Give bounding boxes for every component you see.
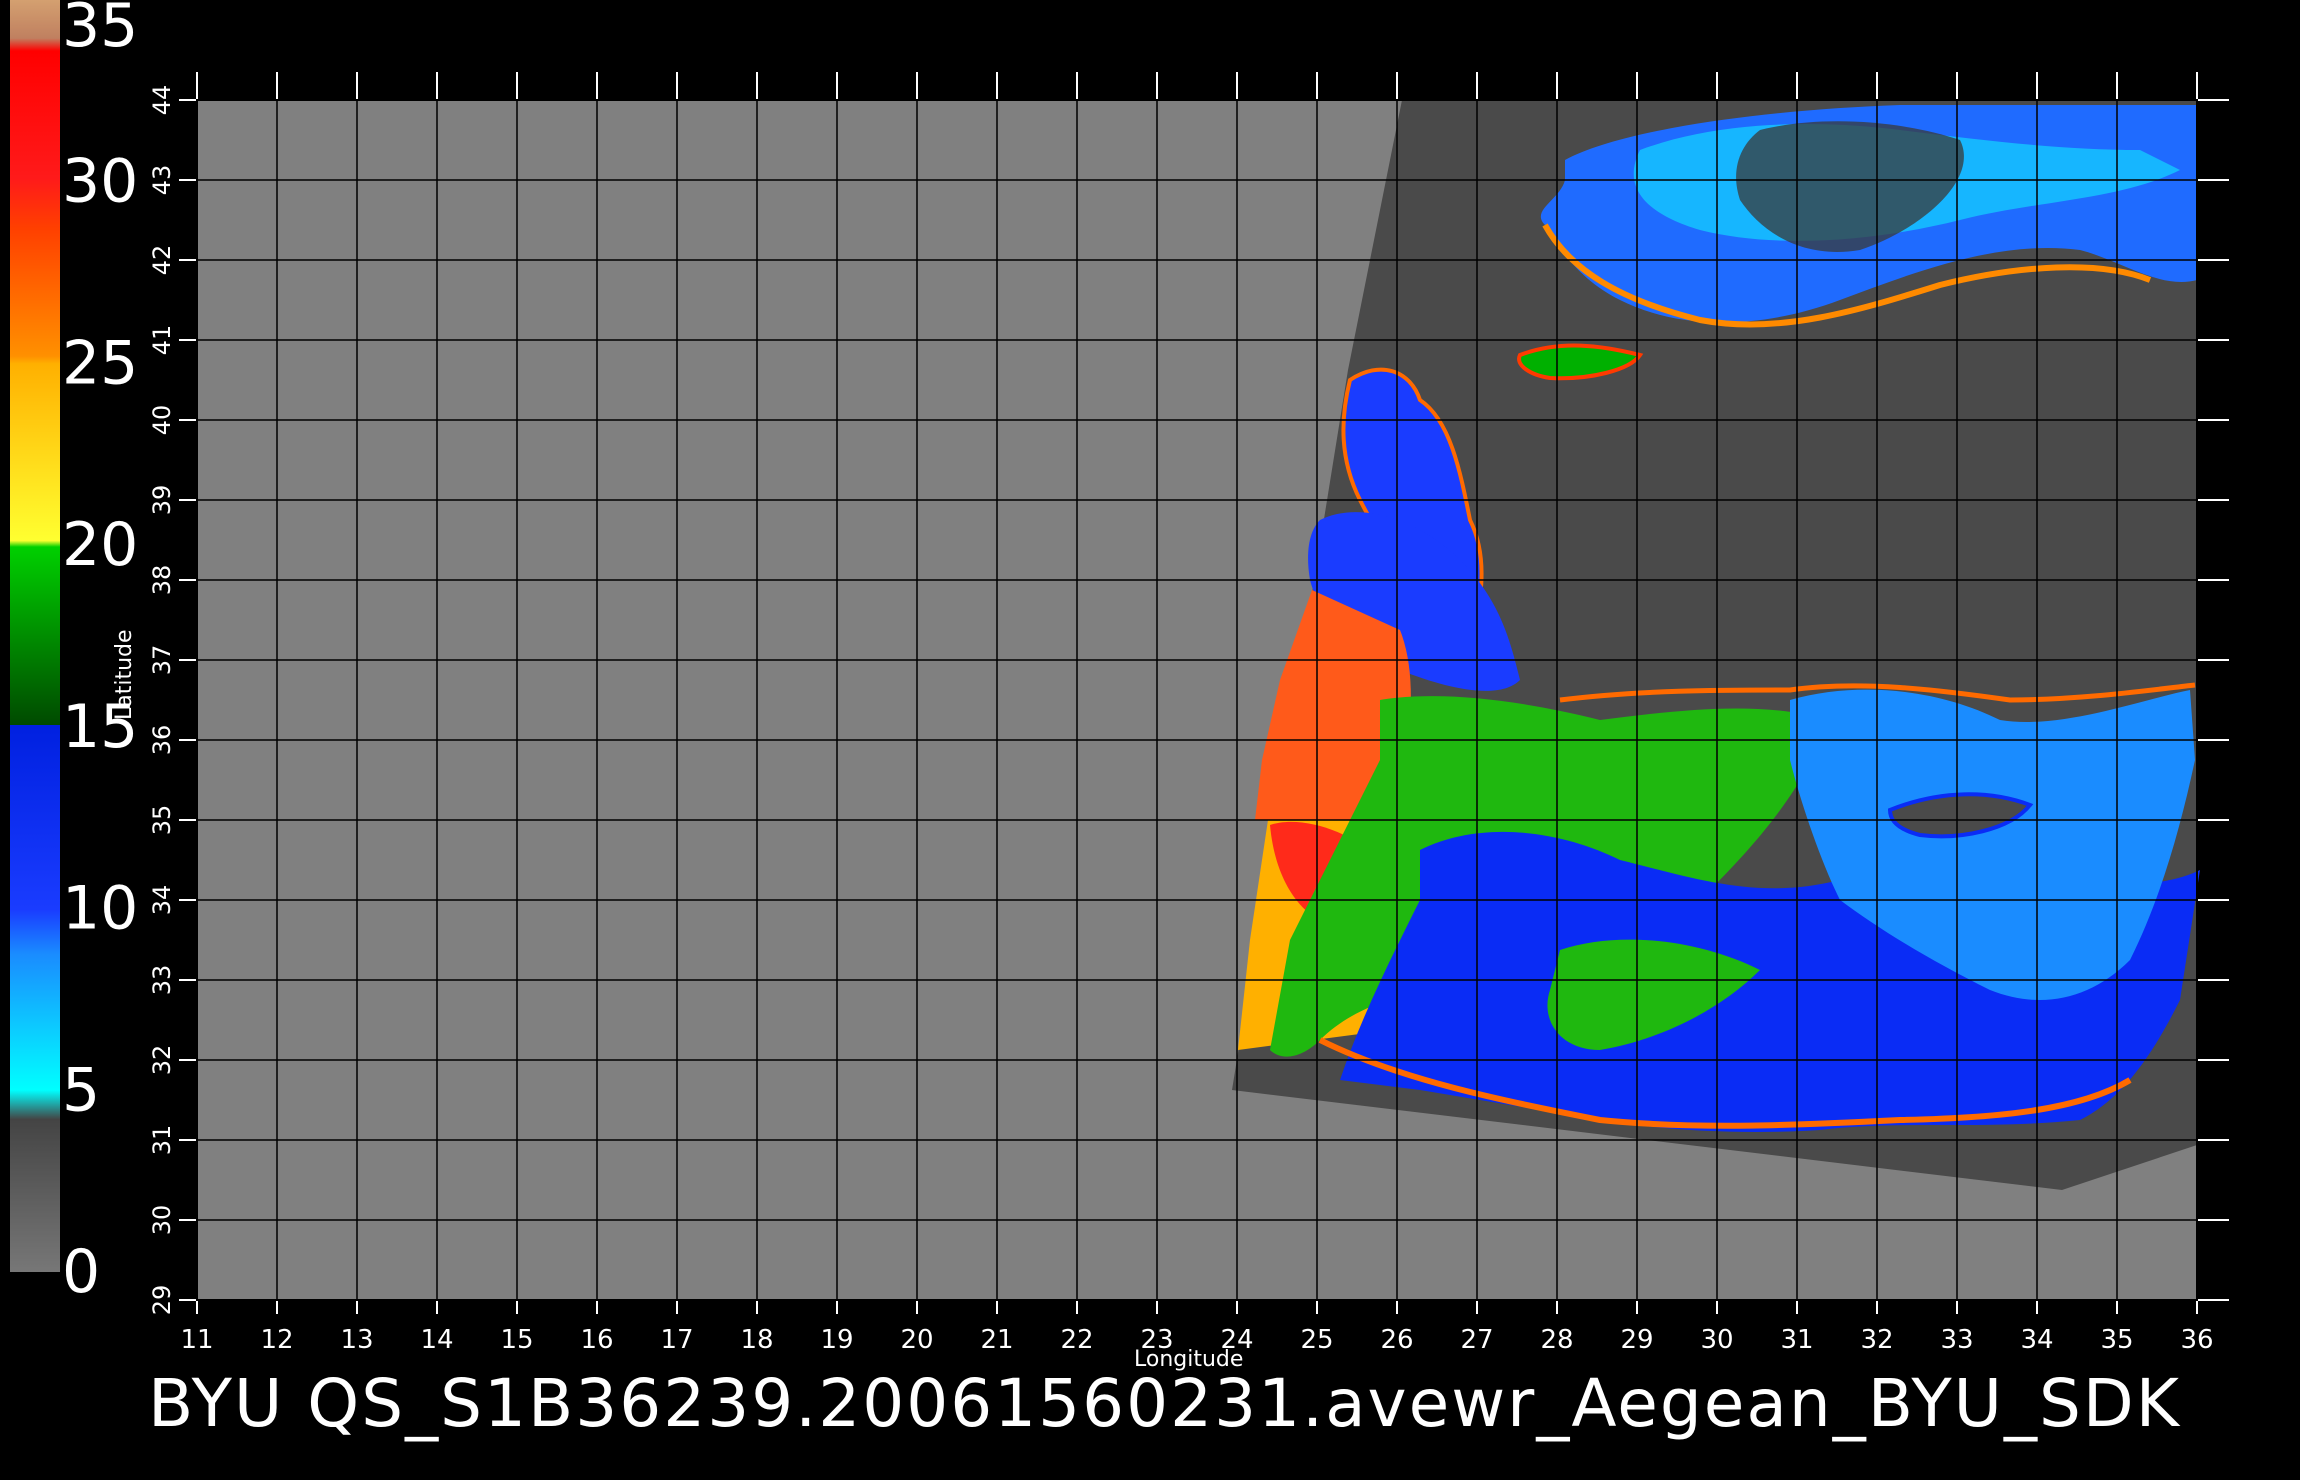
footer-title: BYU QS_S1B36239.20061560231.avewr_Aegean…: [148, 1365, 2181, 1442]
colorbar-tick-label: 0: [62, 1237, 100, 1307]
lon-tick-label: 34: [2020, 1325, 2053, 1355]
lon-tick-label: 27: [1460, 1325, 1493, 1355]
colorbar-tick-label: 35: [62, 0, 138, 61]
lat-tick-label: 38: [148, 565, 176, 596]
lat-tick-label: 33: [148, 965, 176, 996]
lon-tick-label: 19: [820, 1325, 853, 1355]
lat-tick-label: 41: [148, 325, 176, 356]
lon-tick-label: 32: [1860, 1325, 1893, 1355]
lon-tick-label: 20: [900, 1325, 933, 1355]
lon-tick-label: 31: [1780, 1325, 1813, 1355]
colorbar-tick-label: 10: [62, 874, 138, 944]
lat-tick-label: 32: [148, 1045, 176, 1076]
lon-tick-label: 21: [980, 1325, 1013, 1355]
colorbar-tick-label: 5: [62, 1055, 100, 1125]
lon-tick-label: 22: [1060, 1325, 1093, 1355]
lat-tick-label: 34: [148, 885, 176, 916]
lon-tick-label: 35: [2100, 1325, 2133, 1355]
lat-tick-label: 31: [148, 1125, 176, 1156]
lat-tick-label: 40: [148, 405, 176, 436]
lat-tick-label: 42: [148, 245, 176, 276]
lat-tick-label: 43: [148, 165, 176, 196]
lon-tick-label: 13: [340, 1325, 373, 1355]
lon-tick-label: 16: [580, 1325, 613, 1355]
lon-tick-label: 12: [260, 1325, 293, 1355]
lat-tick-label: 39: [148, 485, 176, 516]
colorbar: [10, 0, 60, 1272]
colorbar-tick-label: 30: [62, 147, 138, 217]
lon-tick-label: 25: [1300, 1325, 1333, 1355]
lat-tick-label: 44: [148, 85, 176, 116]
lon-tick-label: 30: [1700, 1325, 1733, 1355]
lat-tick-label: 35: [148, 805, 176, 836]
lon-tick-label: 29: [1620, 1325, 1653, 1355]
y-axis-label: Latitude: [112, 629, 137, 720]
wind-speed-map: 11 12 13 14 15 16 17 18 19 20 21 22 23 24 25 26 27 28 29 30…: [10, 0, 2229, 1355]
lon-tick-label: 36: [2180, 1325, 2213, 1355]
lon-tick-label: 26: [1380, 1325, 1413, 1355]
colorbar-tick-label: 25: [62, 328, 138, 398]
lon-tick-label: 15: [500, 1325, 533, 1355]
lon-tick-label: 18: [740, 1325, 773, 1355]
lat-tick-label: 30: [148, 1205, 176, 1236]
lat-tick-label: 36: [148, 725, 176, 756]
lon-tick-label: 14: [420, 1325, 453, 1355]
lat-tick-label: 29: [148, 1285, 176, 1316]
lon-tick-label: 28: [1540, 1325, 1573, 1355]
lon-tick-label: 17: [660, 1325, 693, 1355]
lon-tick-label: 11: [180, 1325, 213, 1355]
colorbar-tick-label: 20: [62, 510, 138, 580]
lat-tick-label: 37: [148, 645, 176, 676]
lon-tick-label: 33: [1940, 1325, 1973, 1355]
